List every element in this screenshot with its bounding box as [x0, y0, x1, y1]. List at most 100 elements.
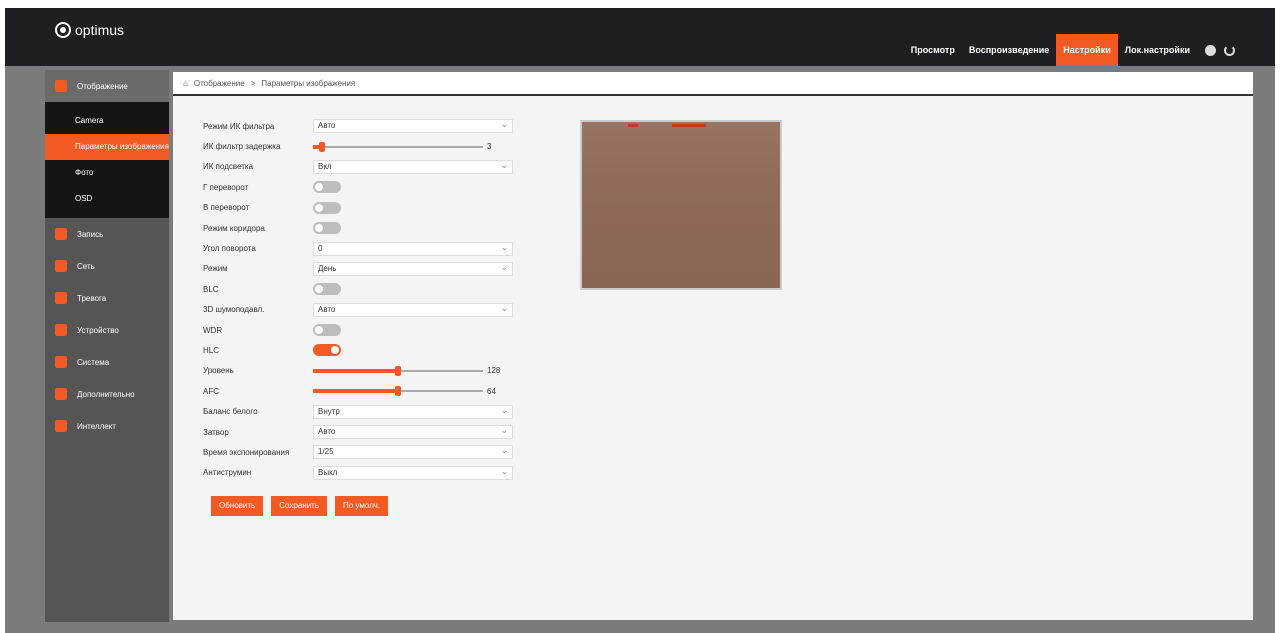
slider-track [313, 145, 483, 148]
slider-value: 64 [487, 386, 496, 396]
form-row: AFC 64 [203, 381, 523, 401]
form-label: Режим ИК фильтра [203, 121, 275, 131]
sidebar-section-label: Тревога [77, 293, 107, 303]
sidebar-section-system[interactable]: Система [45, 346, 169, 378]
select-field[interactable]: 0 [313, 241, 513, 256]
toggle-switch[interactable] [313, 222, 341, 235]
select-field[interactable]: Вкл [313, 159, 513, 174]
slider-handle[interactable] [395, 386, 401, 397]
slider-fill [313, 389, 398, 394]
nav-local-settings[interactable]: Лок.настройки [1118, 34, 1197, 66]
slider-value: 3 [487, 142, 492, 152]
form-row: Баланс белого Внутр [203, 401, 523, 421]
select-field[interactable]: Авто [313, 302, 513, 317]
sidebar-section-label: Отображение [77, 81, 128, 91]
form-row: HLC [203, 340, 523, 360]
sidebar-item-image-params[interactable]: Параметры изображения [45, 134, 169, 160]
top-nav: Просмотр Воспроизведение Настройки Лок.н… [904, 34, 1235, 66]
form-label: Уровень [203, 366, 234, 376]
sidebar-section-record[interactable]: Запись [45, 218, 169, 250]
form-label: Баланс белого [203, 407, 258, 417]
form-label: WDR [203, 325, 223, 335]
home-icon[interactable]: ⌂ [183, 79, 188, 88]
nav-settings[interactable]: Настройки [1056, 34, 1118, 66]
default-button[interactable]: По умолч. [335, 496, 388, 516]
toggle-switch[interactable] [313, 324, 341, 337]
slider[interactable] [313, 141, 483, 153]
form-label: BLC [203, 284, 219, 294]
form-row: Антиструмин Выкл [203, 463, 523, 483]
sidebar-item-camera[interactable]: Camera [45, 108, 169, 134]
sidebar-section-device[interactable]: Устройство [45, 314, 169, 346]
nav-live[interactable]: Просмотр [904, 34, 962, 66]
breadcrumb: ⌂ Отображение > Параметры изображения [173, 72, 1253, 96]
select-field[interactable]: День [313, 261, 513, 276]
slider-handle[interactable] [395, 365, 401, 376]
toggle-switch[interactable] [313, 283, 341, 296]
form-label: 3D шумоподавл. [203, 305, 265, 315]
sidebar-section-advanced[interactable]: Дополнительно [45, 378, 169, 410]
sidebar-section-label: Устройство [77, 325, 119, 335]
logo-icon [55, 22, 71, 38]
camera-preview [580, 120, 782, 290]
slider[interactable] [313, 385, 483, 397]
form-row: 3D шумоподавл. Авто [203, 300, 523, 320]
form-row: Затвор Авто [203, 422, 523, 442]
toggle-switch[interactable] [313, 201, 341, 214]
help-icon[interactable] [1205, 44, 1216, 56]
slider-handle[interactable] [318, 141, 325, 152]
form-label: Время экспонирования [203, 447, 290, 457]
form-row: Режим День [203, 259, 523, 279]
slider[interactable] [313, 365, 483, 377]
breadcrumb-separator: > [250, 78, 256, 88]
image-settings-form: Режим ИК фильтраАвтоИК фильтр задержка3И… [203, 116, 523, 483]
form-row: Режим коридора [203, 218, 523, 238]
form-label: Затвор [203, 427, 229, 437]
form-row: Время экспонирования 1/25 [203, 442, 523, 462]
power-icon[interactable] [1224, 44, 1235, 56]
refresh-button[interactable]: Обновить [211, 496, 264, 516]
record-icon [55, 228, 67, 240]
breadcrumb-part1[interactable]: Отображение [194, 79, 245, 88]
select-field[interactable]: Авто [313, 118, 513, 134]
breadcrumb-part2: Параметры изображения [261, 78, 356, 88]
form-buttons: Обновить Сохранить По умолч. [211, 496, 388, 516]
sidebar-section-alarm[interactable]: Тревога [45, 282, 169, 314]
network-icon [55, 260, 67, 272]
sidebar-section-display[interactable]: Отображение [45, 70, 169, 102]
preview-mark [628, 124, 638, 127]
form-row: Г переворот [203, 177, 523, 197]
toggle-switch[interactable] [313, 344, 341, 357]
sidebar-section-network[interactable]: Сеть [45, 250, 169, 282]
form-row: ИК подсветка Вкл [203, 157, 523, 177]
toggle-switch[interactable] [313, 181, 341, 194]
form-label: В переворот [203, 203, 250, 213]
nav-playback[interactable]: Воспроизведение [962, 34, 1056, 66]
sidebar-section-label: Сеть [77, 261, 95, 271]
sidebar-section-label: Система [77, 357, 110, 367]
sidebar-item-osd[interactable]: OSD [45, 186, 169, 212]
intelligence-icon [55, 420, 67, 432]
sidebar-item-photo[interactable]: Фото [45, 160, 169, 186]
form-label: Режим [203, 264, 228, 274]
form-row: ИК фильтр задержка 3 [203, 136, 523, 156]
select-field[interactable]: 1/25 [313, 444, 513, 460]
content-panel: ⌂ Отображение > Параметры изображения Ре… [173, 72, 1253, 620]
form-row: В переворот [203, 198, 523, 218]
select-field[interactable]: Авто [313, 424, 513, 440]
top-bar: optimus Просмотр Воспроизведение Настрой… [5, 8, 1275, 66]
select-field[interactable]: Выкл [313, 465, 513, 480]
display-icon [55, 80, 67, 92]
system-icon [55, 356, 67, 368]
sidebar: Отображение Camera Параметры изображения… [45, 70, 169, 622]
select-field[interactable]: Внутр [313, 404, 513, 419]
slider-fill [313, 368, 398, 373]
sidebar-section-intelligence[interactable]: Интеллект [45, 410, 169, 442]
form-row: BLC [203, 279, 523, 299]
form-label: ИК подсветка [203, 162, 254, 172]
app-window: optimus Просмотр Воспроизведение Настрой… [5, 8, 1275, 633]
sidebar-section-label: Дополнительно [77, 389, 135, 399]
save-button[interactable]: Сохранить [271, 496, 327, 516]
form-label: Угол поворота [203, 244, 256, 254]
brand-logo: optimus [55, 22, 124, 38]
